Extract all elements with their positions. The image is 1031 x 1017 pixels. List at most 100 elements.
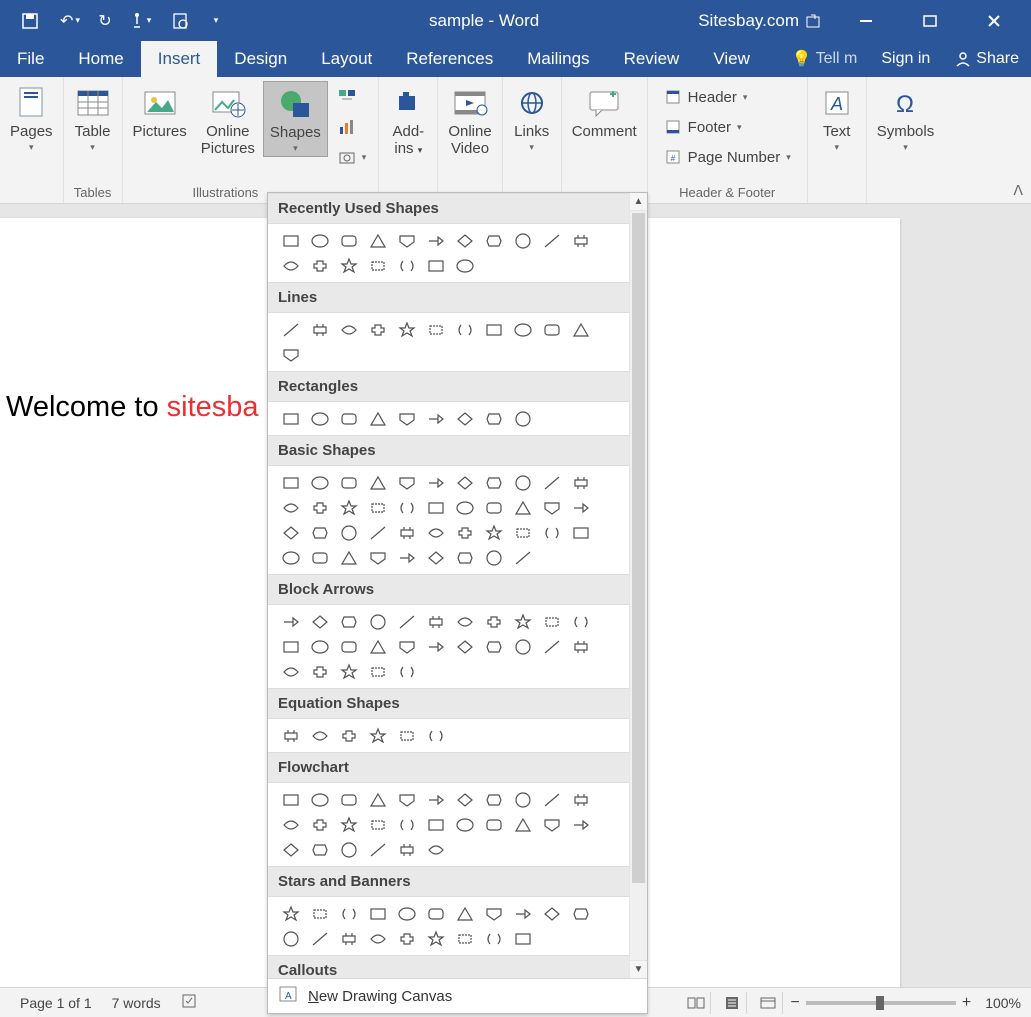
shape-item[interactable]	[305, 520, 334, 545]
shape-item[interactable]	[334, 317, 363, 342]
shape-item[interactable]	[276, 253, 305, 278]
shape-item[interactable]	[334, 609, 363, 634]
site-link[interactable]: Sitesbay.com	[698, 11, 821, 31]
page-indicator[interactable]: Page 1 of 1	[10, 995, 102, 1011]
shape-item[interactable]	[421, 787, 450, 812]
pages-button[interactable]: Pages ▾	[4, 81, 59, 155]
shape-item[interactable]	[537, 609, 566, 634]
tab-layout[interactable]: Layout	[304, 41, 389, 77]
page-number-button[interactable]: #Page Number ▾	[658, 143, 797, 171]
shape-item[interactable]	[566, 520, 595, 545]
shape-item[interactable]	[450, 545, 479, 570]
shape-item[interactable]	[421, 520, 450, 545]
shape-item[interactable]	[508, 634, 537, 659]
shape-item[interactable]	[508, 470, 537, 495]
shape-item[interactable]	[392, 495, 421, 520]
shape-item[interactable]	[334, 520, 363, 545]
shape-item[interactable]	[363, 787, 392, 812]
shape-item[interactable]	[421, 837, 450, 862]
shape-item[interactable]	[508, 901, 537, 926]
shape-item[interactable]	[479, 926, 508, 951]
shape-item[interactable]	[421, 317, 450, 342]
shape-item[interactable]	[363, 609, 392, 634]
shape-item[interactable]	[450, 520, 479, 545]
tab-home[interactable]: Home	[61, 41, 140, 77]
redo-button[interactable]: ↻	[90, 1, 120, 41]
shape-item[interactable]	[334, 659, 363, 684]
shape-item[interactable]	[363, 545, 392, 570]
shape-item[interactable]	[566, 812, 595, 837]
online-pictures-button[interactable]: OnlinePictures	[195, 81, 261, 160]
shape-item[interactable]	[450, 253, 479, 278]
shape-item[interactable]	[479, 812, 508, 837]
shape-item[interactable]	[421, 495, 450, 520]
shape-item[interactable]	[508, 926, 537, 951]
shape-item[interactable]	[537, 470, 566, 495]
table-button[interactable]: Table ▾	[68, 81, 118, 155]
print-preview-button[interactable]	[160, 1, 200, 41]
shape-item[interactable]	[566, 317, 595, 342]
tab-design[interactable]: Design	[217, 41, 304, 77]
shape-item[interactable]	[566, 787, 595, 812]
shape-item[interactable]	[566, 901, 595, 926]
shape-item[interactable]	[566, 228, 595, 253]
shape-item[interactable]	[334, 253, 363, 278]
pictures-button[interactable]: Pictures	[127, 81, 193, 142]
shape-item[interactable]	[508, 609, 537, 634]
shape-item[interactable]	[421, 545, 450, 570]
tell-me-button[interactable]: 💡Tell m	[780, 49, 870, 69]
shape-item[interactable]	[479, 406, 508, 431]
shape-item[interactable]	[305, 901, 334, 926]
scroll-down-button[interactable]: ▼	[630, 960, 647, 978]
maximize-button[interactable]	[911, 2, 949, 40]
shape-item[interactable]	[421, 406, 450, 431]
shape-item[interactable]	[305, 406, 334, 431]
shape-item[interactable]	[450, 317, 479, 342]
zoom-thumb[interactable]	[876, 996, 884, 1010]
shape-item[interactable]	[276, 317, 305, 342]
tab-review[interactable]: Review	[607, 41, 697, 77]
shape-item[interactable]	[537, 520, 566, 545]
shape-item[interactable]	[479, 545, 508, 570]
minimize-button[interactable]	[847, 2, 885, 40]
shape-item[interactable]	[363, 926, 392, 951]
print-layout-button[interactable]	[719, 992, 747, 1014]
shape-item[interactable]	[334, 787, 363, 812]
shape-item[interactable]	[363, 253, 392, 278]
shape-item[interactable]	[450, 634, 479, 659]
shape-item[interactable]	[276, 812, 305, 837]
shape-item[interactable]	[363, 634, 392, 659]
shape-item[interactable]	[276, 495, 305, 520]
shape-item[interactable]	[421, 634, 450, 659]
symbols-button[interactable]: Ω Symbols ▾	[871, 81, 941, 155]
shape-item[interactable]	[479, 901, 508, 926]
shape-item[interactable]	[392, 723, 421, 748]
shape-item[interactable]	[508, 812, 537, 837]
shape-item[interactable]	[566, 495, 595, 520]
shape-item[interactable]	[305, 495, 334, 520]
shape-item[interactable]	[508, 228, 537, 253]
shape-item[interactable]	[334, 406, 363, 431]
shape-item[interactable]	[363, 901, 392, 926]
shape-item[interactable]	[392, 901, 421, 926]
shapes-button[interactable]: Shapes ▾	[263, 81, 328, 157]
shape-item[interactable]	[508, 520, 537, 545]
shape-item[interactable]	[363, 659, 392, 684]
shape-item[interactable]	[392, 634, 421, 659]
shape-item[interactable]	[334, 470, 363, 495]
shape-item[interactable]	[479, 634, 508, 659]
shape-item[interactable]	[508, 317, 537, 342]
zoom-in-button[interactable]: +	[962, 994, 971, 1012]
screenshot-button[interactable]: ▾	[332, 143, 373, 171]
shape-item[interactable]	[537, 787, 566, 812]
shape-item[interactable]	[537, 495, 566, 520]
shape-item[interactable]	[508, 406, 537, 431]
shape-item[interactable]	[479, 317, 508, 342]
shape-item[interactable]	[305, 253, 334, 278]
shape-item[interactable]	[566, 470, 595, 495]
shape-item[interactable]	[450, 901, 479, 926]
shape-item[interactable]	[305, 470, 334, 495]
shape-item[interactable]	[334, 495, 363, 520]
header-button[interactable]: Header ▾	[658, 83, 797, 111]
shape-item[interactable]	[305, 926, 334, 951]
